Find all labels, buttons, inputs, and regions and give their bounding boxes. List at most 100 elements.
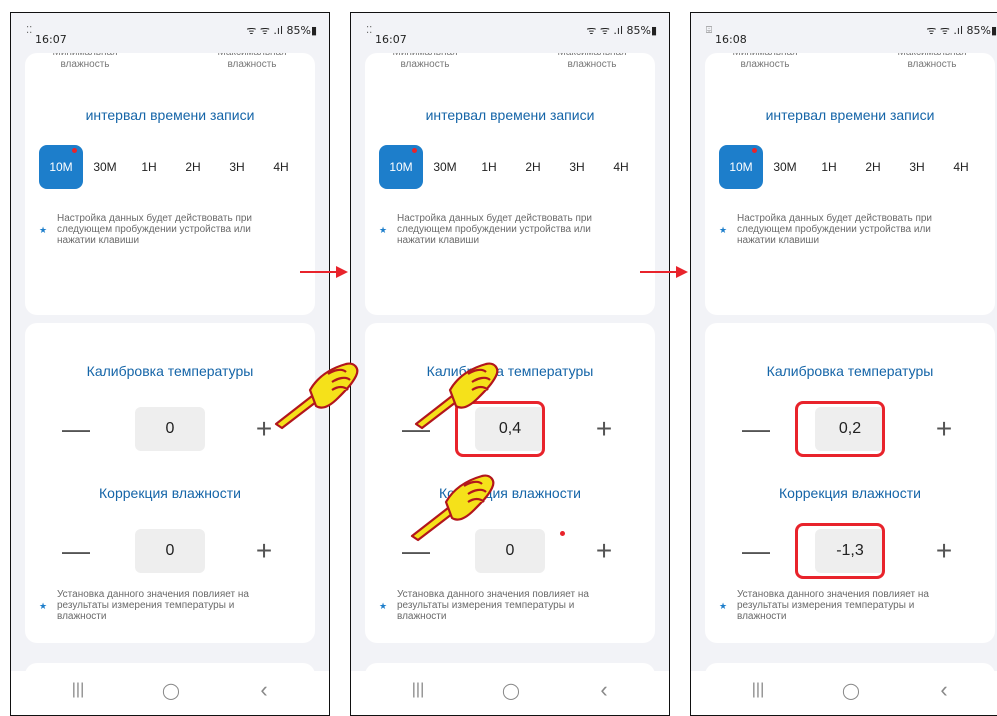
interval-option-1h[interactable]: 1H [127, 145, 171, 189]
back-nav-button[interactable]: ‹ [589, 677, 619, 703]
max-humidity-label: Максимальная влажность [557, 53, 626, 70]
interval-option-label: 2H [185, 160, 201, 174]
star-icon: ★ [719, 225, 728, 235]
temperature-stepper-value: 0 [135, 407, 205, 451]
temperature-stepper-plus-button[interactable]: + [929, 407, 959, 451]
selected-indicator-dot [412, 148, 417, 153]
interval-card: Минимальная влажность Максимальная влажно… [365, 53, 655, 315]
home-button[interactable]: ◯ [156, 681, 186, 701]
system-nav-bar: ||| ◯ ‹ [11, 671, 329, 715]
home-button[interactable]: ◯ [836, 681, 866, 701]
interval-option-3h[interactable]: 3H [215, 145, 259, 189]
interval-option-10m[interactable]: 10M [719, 145, 763, 189]
max-humidity-label: Максимальная влажность [897, 53, 966, 70]
selected-indicator-dot [752, 148, 757, 153]
status-bar: 16:07 ⁚⁚ ᯤ ᯤ .ıl 85%▮ [351, 13, 669, 47]
interval-option-4h[interactable]: 4H [259, 145, 303, 189]
temperature-stepper-minus-button[interactable]: — [61, 407, 91, 451]
interval-option-10m[interactable]: 10M [379, 145, 423, 189]
interval-option-2h[interactable]: 2H [511, 145, 555, 189]
humidity-stepper-plus-button[interactable]: + [589, 529, 619, 573]
interval-selector: 10M 30M 1H 2H 3H 4H [719, 145, 989, 189]
interval-option-label: 10M [389, 160, 413, 174]
status-bar: 16:07 ⁚⁚ ᯤ ᯤ .ıl 85%▮ [11, 13, 329, 47]
interval-selector: 10M 30M 1H 2H 3H 4H [379, 145, 649, 189]
pointing-hand-3 [410, 474, 495, 542]
highlight-frame [795, 401, 885, 457]
calibration-card: Калибровка температуры —0,2 + Коррекция вла… [705, 323, 995, 643]
interval-title: интервал времени записи [425, 107, 595, 123]
humidity-correction-title: Коррекция влажности [779, 485, 921, 501]
interval-option-label: 30M [93, 160, 117, 174]
back-nav-button[interactable]: ‹ [249, 677, 279, 703]
recent-apps-button[interactable]: ||| [403, 681, 433, 699]
interval-option-label: 1H [141, 160, 157, 174]
humidity-stepper-minus-button[interactable]: — [741, 529, 771, 573]
temperature-stepper-minus-button[interactable]: — [741, 407, 771, 451]
temperature-stepper-plus-button[interactable]: + [589, 407, 619, 451]
interval-option-label: 3H [229, 160, 245, 174]
pointing-hand-1 [274, 362, 359, 430]
status-right-icons: ᯤ ᯤ .ıl 85%▮ [586, 24, 657, 37]
interval-option-3h[interactable]: 3H [555, 145, 599, 189]
interval-card: Минимальная влажность Максимальная влажно… [705, 53, 995, 315]
status-time: 16:07 [375, 33, 407, 46]
home-button[interactable]: ◯ [496, 681, 526, 701]
humidity-correction-title: Коррекция влажности [99, 485, 241, 501]
status-time: 16:08 [715, 33, 747, 46]
humidity-stepper-plus-button[interactable]: + [929, 529, 959, 573]
pointing-hand-2 [414, 362, 499, 430]
interval-option-2h[interactable]: 2H [171, 145, 215, 189]
interval-note-text: Настройка данных будет действовать при с… [57, 213, 253, 246]
interval-note-text: Настройка данных будет действовать при с… [397, 213, 593, 246]
star-icon: ★ [39, 225, 48, 235]
selected-indicator-dot [72, 148, 77, 153]
system-nav-bar: ||| ◯ ‹ [351, 671, 669, 715]
status-right-icons: ᯤ ᯤ .ıl 85%▮ [246, 24, 317, 37]
temperature-calibration-title: Калибровка температуры [426, 363, 594, 379]
interval-option-4h[interactable]: 4H [939, 145, 983, 189]
temperature-stepper: —0,4 + [365, 401, 655, 457]
min-humidity-label: Минимальная влажность [732, 53, 797, 70]
interval-note-text: Настройка данных будет действовать при с… [737, 213, 933, 246]
interval-option-3h[interactable]: 3H [895, 145, 939, 189]
status-bar: 16:08 ⌹ ᯤ ᯤ .ıl 85%▮ [691, 13, 997, 47]
transition-arrow-1 [300, 266, 348, 278]
interval-option-label: 30M [433, 160, 457, 174]
star-icon: ★ [719, 601, 728, 611]
interval-option-label: 10M [49, 160, 73, 174]
interval-option-30m[interactable]: 30M [423, 145, 467, 189]
interval-option-label: 4H [613, 160, 629, 174]
humidity-stepper-plus-button[interactable]: + [249, 529, 279, 573]
status-time-wrap: 16:07 ⁚⁚ [23, 23, 67, 46]
humidity-stepper-minus-button[interactable]: — [61, 529, 91, 573]
tap-indicator-dot [560, 531, 565, 536]
interval-option-1h[interactable]: 1H [467, 145, 511, 189]
back-nav-button[interactable]: ‹ [929, 677, 959, 703]
interval-option-4h[interactable]: 4H [599, 145, 643, 189]
star-icon: ★ [39, 601, 48, 611]
status-time-wrap: 16:07 ⁚⁚ [363, 23, 407, 46]
notification-icon: ⌹ [706, 25, 712, 36]
status-time: 16:07 [35, 33, 67, 46]
system-nav-bar: ||| ◯ ‹ [691, 671, 997, 715]
interval-option-label: 1H [821, 160, 837, 174]
interval-card: Минимальная влажность Максимальная влажно… [25, 53, 315, 315]
calibration-note-text: Установка данного значения повлияет на р… [57, 589, 249, 622]
calibration-note-text: Установка данного значения повлияет на р… [397, 589, 589, 622]
status-time-wrap: 16:08 ⌹ [703, 23, 747, 46]
phone-screen-3: 16:08 ⌹ᯤ ᯤ .ıl 85%▮НастройкиМинимальная … [690, 12, 997, 716]
highlight-frame [795, 523, 885, 579]
notification-icon: ⁚⁚ [366, 25, 373, 36]
interval-option-label: 4H [273, 160, 289, 174]
interval-option-2h[interactable]: 2H [851, 145, 895, 189]
interval-option-10m[interactable]: 10M [39, 145, 83, 189]
calibration-note-text: Установка данного значения повлияет на р… [737, 589, 929, 622]
min-humidity-label: Минимальная влажность [52, 53, 117, 70]
interval-option-30m[interactable]: 30M [763, 145, 807, 189]
recent-apps-button[interactable]: ||| [63, 681, 93, 699]
interval-option-label: 2H [525, 160, 541, 174]
interval-option-30m[interactable]: 30M [83, 145, 127, 189]
interval-option-1h[interactable]: 1H [807, 145, 851, 189]
recent-apps-button[interactable]: ||| [743, 681, 773, 699]
